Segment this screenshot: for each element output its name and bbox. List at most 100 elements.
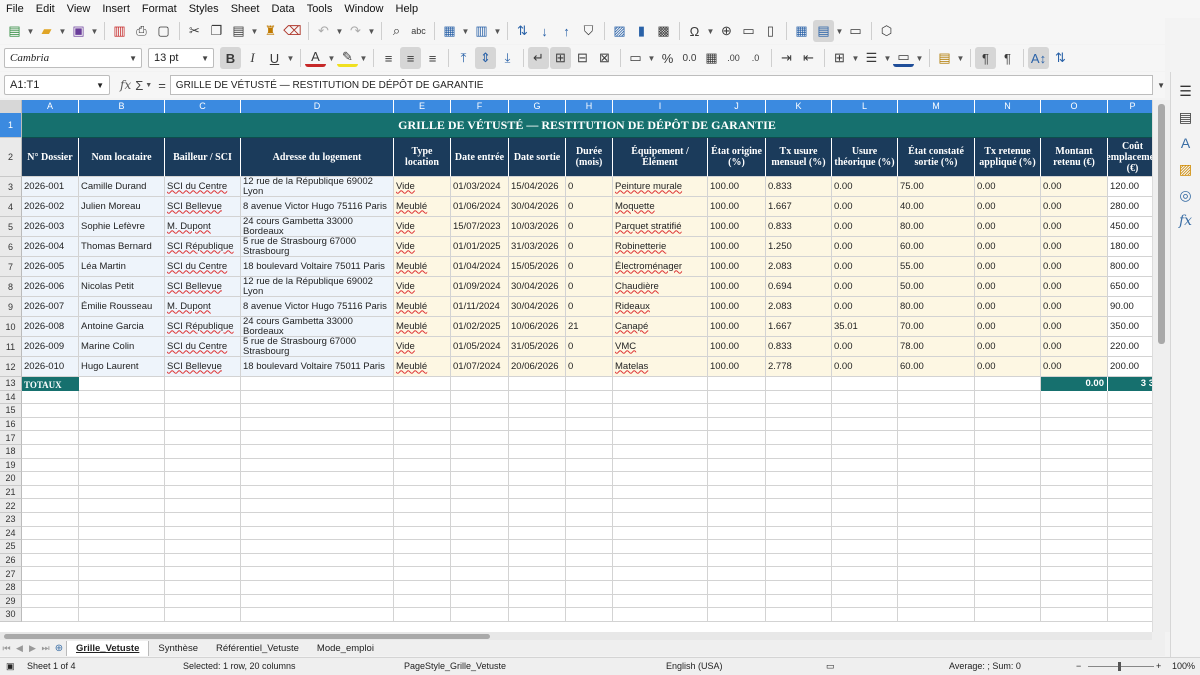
total-cout[interactable]: 3 3 <box>1108 377 1152 391</box>
empty-cell[interactable] <box>22 445 79 459</box>
empty-cell[interactable] <box>509 553 566 568</box>
table-cell[interactable]: 2026-010 <box>22 357 79 377</box>
row-header[interactable]: 3 <box>0 177 22 197</box>
empty-cell[interactable] <box>708 581 766 595</box>
table-cell[interactable]: 100.00 <box>708 357 766 377</box>
empty-cell[interactable] <box>79 540 165 554</box>
column-title[interactable]: État origine (%) <box>708 138 766 177</box>
empty-cell[interactable] <box>1041 485 1108 500</box>
formula-equals-icon[interactable]: = <box>158 78 166 93</box>
empty-cell[interactable] <box>766 513 832 527</box>
total-montant[interactable]: 0.00 <box>1041 377 1108 391</box>
empty-cell[interactable] <box>79 567 165 581</box>
empty-cell[interactable] <box>1041 417 1108 432</box>
empty-cell[interactable] <box>509 499 566 513</box>
table-cell[interactable]: 01/02/2025 <box>451 317 509 337</box>
table-cell[interactable]: 40.00 <box>898 197 975 217</box>
row-header[interactable]: 19 <box>0 458 22 473</box>
empty-cell[interactable] <box>613 458 708 473</box>
table-cell[interactable]: 2026-002 <box>22 197 79 217</box>
empty-cell[interactable] <box>832 513 898 527</box>
empty-cell[interactable] <box>1041 608 1108 622</box>
empty-cell[interactable] <box>509 608 566 622</box>
row-header[interactable]: 30 <box>0 608 22 622</box>
empty-cell[interactable] <box>79 581 165 595</box>
empty-cell[interactable] <box>79 445 165 459</box>
empty-cell[interactable] <box>451 417 509 432</box>
borders-icon[interactable]: ⊞ <box>829 47 850 69</box>
column-title[interactable]: Usure théorique (%) <box>832 138 898 177</box>
format-as-number-icon[interactable]: 0.0 <box>679 47 700 69</box>
empty-cell[interactable] <box>766 567 832 581</box>
column-title[interactable]: Nom locataire <box>79 138 165 177</box>
empty-cell[interactable] <box>975 499 1041 513</box>
empty-cell[interactable] <box>832 404 898 418</box>
zoom-slider-knob[interactable] <box>1118 662 1121 671</box>
empty-cell[interactable] <box>394 540 451 554</box>
column-header-k[interactable]: K <box>766 100 832 113</box>
empty-cell[interactable] <box>241 581 394 595</box>
empty-cell[interactable] <box>165 417 241 432</box>
empty-cell[interactable] <box>241 513 394 527</box>
pivot-table-icon[interactable]: ▩ <box>653 20 674 42</box>
empty-cell[interactable] <box>79 390 165 405</box>
empty-cell[interactable] <box>451 431 509 445</box>
delete-decimal-place-icon[interactable]: .0 <box>745 47 766 69</box>
bold-icon[interactable]: B <box>220 47 241 69</box>
column-title[interactable]: Bailleur / SCI <box>165 138 241 177</box>
empty-cell[interactable] <box>79 458 165 473</box>
empty-cell[interactable] <box>832 540 898 554</box>
language-status[interactable]: English (USA) <box>666 661 723 671</box>
table-cell[interactable]: 31/03/2026 <box>509 237 566 257</box>
column-title[interactable]: Date sortie <box>509 138 566 177</box>
sheet-tab[interactable]: Mode_emploi <box>308 641 383 656</box>
table-cell[interactable]: 5 rue de Strasbourg 67000 Strasbourg <box>241 337 394 357</box>
table-cell[interactable]: 0 <box>566 217 613 237</box>
empty-cell[interactable] <box>165 581 241 595</box>
empty-cell[interactable] <box>832 581 898 595</box>
empty-cell[interactable] <box>79 513 165 527</box>
table-cell[interactable]: 80.00 <box>898 297 975 317</box>
border-color-icon[interactable]: ▭ <box>893 49 914 67</box>
empty-cell[interactable] <box>708 472 766 486</box>
table-cell[interactable]: Vide <box>394 217 451 237</box>
empty-cell[interactable] <box>613 594 708 609</box>
empty-cell[interactable] <box>241 540 394 554</box>
table-cell[interactable] <box>975 377 1041 391</box>
empty-cell[interactable] <box>898 404 975 418</box>
table-cell[interactable]: 100.00 <box>708 257 766 277</box>
empty-cell[interactable] <box>165 513 241 527</box>
empty-cell[interactable] <box>79 526 165 541</box>
highlight-color-icon[interactable]: ✎ <box>337 49 358 67</box>
table-cell[interactable]: 18 boulevard Voltaire 75011 Paris <box>241 357 394 377</box>
empty-cell[interactable] <box>394 513 451 527</box>
table-cell[interactable]: 0.00 <box>1041 217 1108 237</box>
empty-cell[interactable] <box>394 417 451 432</box>
row-header[interactable]: 27 <box>0 567 22 581</box>
empty-cell[interactable] <box>566 485 613 500</box>
menu-styles[interactable]: Styles <box>183 3 225 15</box>
menu-tools[interactable]: Tools <box>301 3 339 15</box>
table-cell[interactable]: 0 <box>566 237 613 257</box>
empty-cell[interactable] <box>394 567 451 581</box>
highlight-dropdown-icon[interactable]: ▼ <box>359 47 368 69</box>
empty-cell[interactable] <box>451 499 509 513</box>
table-cell[interactable]: 1.250 <box>766 237 832 257</box>
table-cell[interactable]: 0.00 <box>832 177 898 197</box>
empty-cell[interactable] <box>22 513 79 527</box>
empty-cell[interactable] <box>766 608 832 622</box>
empty-cell[interactable] <box>566 458 613 473</box>
row-header[interactable]: 9 <box>0 297 22 317</box>
empty-cell[interactable] <box>394 526 451 541</box>
table-cell[interactable]: 100.00 <box>708 237 766 257</box>
table-cell[interactable]: Camille Durand <box>79 177 165 197</box>
empty-cell[interactable] <box>165 431 241 445</box>
empty-cell[interactable] <box>1108 581 1152 595</box>
table-cell[interactable]: 0 <box>566 337 613 357</box>
autofilter-icon[interactable]: ⛉ <box>578 20 599 42</box>
row-header[interactable]: 20 <box>0 472 22 486</box>
empty-cell[interactable] <box>566 567 613 581</box>
empty-cell[interactable] <box>566 526 613 541</box>
table-cell[interactable]: 8 avenue Victor Hugo 75116 Paris <box>241 197 394 217</box>
page-style[interactable]: PageStyle_Grille_Vetuste <box>404 661 506 671</box>
